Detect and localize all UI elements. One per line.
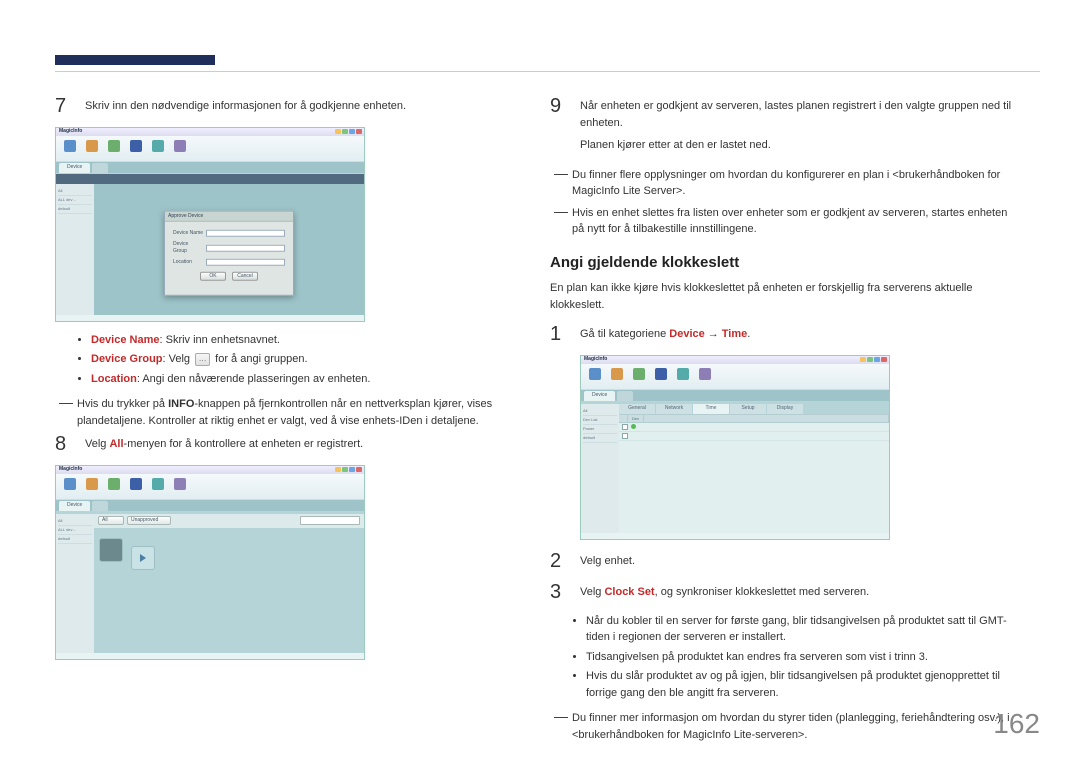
section-title: Angi gjeldende klokkeslett — [550, 252, 1020, 275]
dialog-title: Approve Device — [165, 212, 293, 222]
step3-bullets: Når du kobler til en server for første g… — [550, 613, 1020, 702]
step3-text: Velg Clock Set, og synkroniser klokkesle… — [580, 584, 869, 601]
step-number: 9 — [550, 95, 568, 160]
step-9: 9 Når enheten er godkjent av serveren, l… — [550, 95, 1020, 160]
dialog-cancel[interactable]: Cancel — [232, 272, 258, 281]
step1-text: Gå til kategoriene Device→Time. — [580, 326, 750, 343]
device-thumb-play-icon — [131, 546, 155, 570]
step-body: Skriv inn den nødvendige informasjonen f… — [85, 95, 406, 121]
dialog-ok[interactable]: OK — [200, 272, 226, 281]
note-info-button: ― Hvis du trykker på INFO-knappen på fje… — [55, 395, 525, 429]
step7-text: Skriv inn den nødvendige informasjonen f… — [85, 98, 406, 115]
bullet-location: Location: Angi den nåværende plasseringe… — [91, 371, 525, 388]
section-intro: En plan kan ikke kjøre hvis klokkeslette… — [550, 280, 1020, 313]
right-column: 9 Når enheten er godkjent av serveren, l… — [550, 95, 1020, 747]
screenshot-time-tab: MagicInfo Device AllDev ListPowerdefault… — [580, 355, 1020, 540]
step-number: 7 — [55, 95, 73, 121]
note-manual-plan: ― Du finner flere opplysninger om hvorda… — [550, 166, 1020, 200]
step-7: 7 Skriv inn den nødvendige informasjonen… — [55, 95, 525, 121]
note-time-manual: ― Du finner mer informasjon om hvordan d… — [550, 709, 1020, 743]
step-8: 8 Velg All-menyen for å kontrollere at e… — [55, 433, 525, 459]
page-number: 162 — [993, 703, 1040, 745]
step-3: 3 Velg Clock Set, og synkroniser klokkes… — [550, 581, 1020, 607]
bullet-device-group: Device Group: Velg … for å angi gruppen. — [91, 351, 525, 368]
dd-all[interactable]: All — [98, 516, 124, 525]
step8-text: Velg All-menyen for å kontrollere at enh… — [85, 436, 363, 453]
note-device-delete: ― Hvis en enhet slettes fra listen over … — [550, 204, 1020, 238]
step-2: 2 Velg enhet. — [550, 550, 1020, 576]
step7-bullets: Device Name: Skriv inn enhetsnavnet. Dev… — [55, 332, 525, 388]
ellipsis-button-icon: … — [195, 353, 210, 366]
screenshot-all-view: MagicInfo Device AllALL dev…default All … — [55, 465, 525, 660]
header-accent-bar — [55, 55, 215, 65]
approve-dialog: Approve Device Device Name Device Group … — [164, 211, 294, 296]
step-number: 8 — [55, 433, 73, 459]
step-1: 1 Gå til kategoriene Device→Time. — [550, 323, 1020, 349]
left-column: 7 Skriv inn den nødvendige informasjonen… — [55, 95, 525, 670]
mock-logo: MagicInfo — [59, 128, 82, 136]
dash-icon: ― — [59, 395, 73, 429]
mock-search[interactable] — [300, 516, 360, 525]
device-thumb — [99, 538, 123, 562]
bullet-device-name: Device Name: Skriv inn enhetsnavnet. — [91, 332, 525, 349]
step-number: 3 — [550, 581, 568, 607]
step-number: 2 — [550, 550, 568, 576]
dd-unapproved[interactable]: Unapproved — [127, 516, 171, 525]
header-rule — [55, 71, 1040, 72]
screenshot-approve-device: MagicInfo Device AllALL dev…default Appr… — [55, 127, 525, 322]
step-number: 1 — [550, 323, 568, 349]
